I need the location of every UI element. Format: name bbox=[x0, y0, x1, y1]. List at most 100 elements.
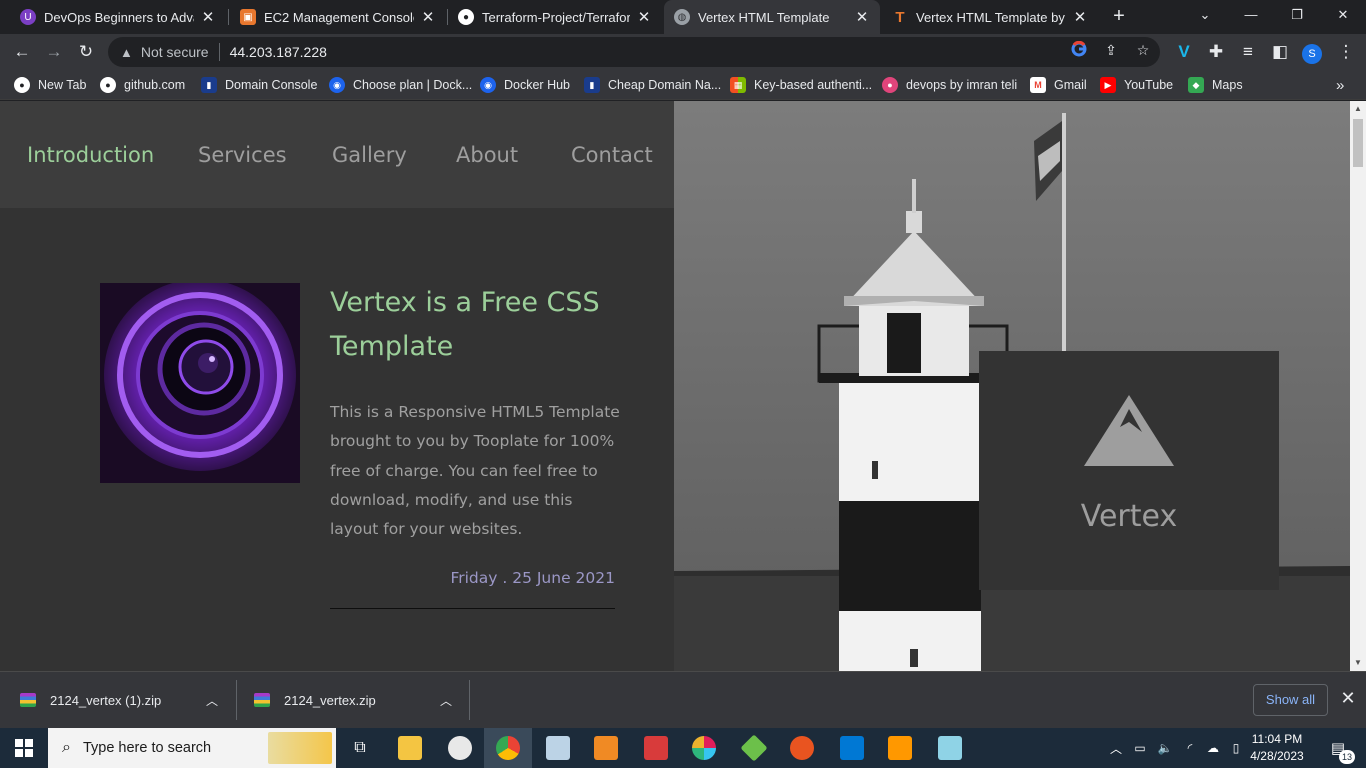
profile-avatar[interactable]: S bbox=[1300, 40, 1324, 64]
aws-icon: ▣ bbox=[240, 9, 256, 25]
snipping-tool-icon[interactable] bbox=[632, 728, 680, 768]
close-window-button[interactable]: ✕ bbox=[1320, 0, 1366, 30]
file-explorer-icon[interactable] bbox=[386, 728, 434, 768]
content-panel: Introduction Services Gallery About Cont… bbox=[0, 101, 674, 671]
scroll-up-icon[interactable]: ▲ bbox=[1350, 101, 1366, 117]
media-control-icon[interactable]: ≡ bbox=[1236, 40, 1260, 64]
reload-button[interactable]: ↻ bbox=[74, 40, 98, 64]
bookmarks-bar: ● New Tab ● github.com ▮ Domain Console ◉ Ch… bbox=[0, 70, 1366, 100]
url-text[interactable]: 44.203.187.228 bbox=[230, 44, 327, 60]
show-all-button[interactable]: Show all bbox=[1253, 684, 1328, 716]
battery-icon[interactable]: ▭ bbox=[1130, 728, 1150, 768]
scroll-thumb[interactable] bbox=[1353, 119, 1363, 167]
chevron-up-icon[interactable]: ︿ bbox=[440, 692, 452, 709]
tab-terraform[interactable]: ● Terraform-Project/Terraform ✕ bbox=[448, 0, 662, 34]
windows-start-icon[interactable] bbox=[0, 728, 48, 768]
tab-vertex-tooplate[interactable]: T Vertex HTML Template by Too ✕ bbox=[882, 0, 1098, 34]
minimize-button[interactable]: — bbox=[1228, 0, 1274, 30]
star-icon[interactable]: ☆ bbox=[1134, 41, 1152, 59]
search-icon: ⌕ bbox=[62, 739, 71, 756]
warning-icon[interactable]: ▲ bbox=[120, 45, 133, 60]
clock-date: 4/28/2023 bbox=[1250, 749, 1304, 763]
close-icon[interactable]: ✕ bbox=[1072, 8, 1088, 26]
vimeo-extension-icon[interactable]: V bbox=[1172, 40, 1196, 64]
download-item[interactable]: 2124_vertex.zip ︿ bbox=[254, 672, 464, 728]
close-icon[interactable]: ✕ bbox=[420, 8, 436, 26]
tab-search-button[interactable]: ⌄ bbox=[1182, 0, 1228, 30]
web-page: Introduction Services Gallery About Cont… bbox=[0, 101, 1366, 671]
ubuntu-icon[interactable] bbox=[778, 728, 826, 768]
vscode-icon[interactable] bbox=[828, 728, 876, 768]
menu-icon[interactable]: ⋮ bbox=[1334, 40, 1358, 64]
git-icon[interactable] bbox=[730, 728, 778, 768]
docker-icon: ◉ bbox=[329, 77, 345, 93]
bookmark-docker-hub[interactable]: ◉ Docker Hub bbox=[480, 76, 570, 94]
omnibox-divider bbox=[218, 43, 220, 61]
system-clock[interactable]: 11:04 PM 4/28/2023 bbox=[1244, 731, 1310, 765]
notification-center-icon[interactable]: ▤ 13 bbox=[1318, 728, 1358, 768]
tooplate-icon: T bbox=[895, 8, 905, 26]
tab-ec2[interactable]: ▣ EC2 Management Console ✕ bbox=[230, 0, 446, 34]
tab-title: Vertex HTML Template bbox=[698, 9, 830, 25]
task-view-icon[interactable]: ⧉ bbox=[336, 728, 384, 768]
bookmark-maps[interactable]: ◆ Maps bbox=[1188, 76, 1243, 94]
bookmark-cheap-domain[interactable]: ▮ Cheap Domain Na... bbox=[584, 76, 721, 94]
bookmark-key-auth[interactable]: ▦ Key-based authenti... bbox=[730, 76, 872, 94]
media-player-icon[interactable] bbox=[582, 728, 630, 768]
intro-paragraph: This is a Responsive HTML5 Template brou… bbox=[330, 403, 620, 539]
bookmark-docker-plan[interactable]: ◉ Choose plan | Dock... bbox=[329, 76, 472, 94]
new-tab-button[interactable]: + bbox=[1108, 5, 1130, 27]
page-scrollbar[interactable]: ▲ ▼ bbox=[1350, 101, 1366, 671]
notepad-icon[interactable] bbox=[926, 728, 974, 768]
share-icon[interactable]: ⇪ bbox=[1102, 41, 1120, 59]
close-icon[interactable]: ✕ bbox=[200, 8, 216, 26]
tab-vertex-active[interactable]: ◍ Vertex HTML Template ✕ bbox=[664, 0, 880, 34]
forward-button[interactable]: → bbox=[42, 40, 66, 64]
close-icon[interactable]: ✕ bbox=[636, 8, 652, 26]
volume-icon[interactable]: 🔈 bbox=[1154, 728, 1176, 768]
scroll-down-icon[interactable]: ▼ bbox=[1350, 655, 1366, 671]
udemy-icon: U bbox=[20, 9, 36, 25]
address-bar[interactable]: ▲ Not secure 44.203.187.228 bbox=[108, 37, 1160, 67]
nav-services[interactable]: Services bbox=[198, 143, 287, 167]
bookmark-devops-imran[interactable]: ● devops by imran teli bbox=[882, 76, 1017, 94]
nav-introduction[interactable]: Introduction bbox=[27, 143, 154, 167]
slack-icon[interactable] bbox=[680, 728, 728, 768]
chrome-icon[interactable] bbox=[484, 728, 532, 768]
side-panel-icon[interactable]: ◧ bbox=[1268, 40, 1292, 64]
nav-about[interactable]: About bbox=[456, 143, 518, 167]
bookmarks-overflow-icon[interactable]: » bbox=[1336, 76, 1344, 94]
bookmark-gmail[interactable]: M Gmail bbox=[1030, 76, 1087, 94]
onedrive-icon[interactable]: ☁ bbox=[1202, 728, 1224, 768]
close-icon[interactable]: ✕ bbox=[1338, 688, 1358, 709]
clock-time: 11:04 PM bbox=[1251, 732, 1303, 746]
paint-icon[interactable] bbox=[436, 728, 484, 768]
headline: Vertex is a Free CSS Template bbox=[330, 287, 600, 362]
bookmark-domain-console[interactable]: ▮ Domain Console bbox=[201, 76, 317, 94]
device-icon[interactable]: ▯ bbox=[1226, 728, 1246, 768]
remote-desktop-icon[interactable] bbox=[534, 728, 582, 768]
bookmark-youtube[interactable]: ▶ YouTube bbox=[1100, 76, 1173, 94]
zip-archive-icon bbox=[254, 693, 270, 707]
download-item[interactable]: 2124_vertex (1).zip ︿ bbox=[20, 672, 230, 728]
nav-gallery[interactable]: Gallery bbox=[332, 143, 407, 167]
browser-toolbar: ← → ↻ ▲ Not secure 44.203.187.228 ⇪ ☆ V … bbox=[0, 34, 1366, 70]
close-icon[interactable]: ✕ bbox=[854, 8, 870, 26]
hero-image: Vertex bbox=[674, 101, 1350, 671]
divider-line bbox=[330, 608, 615, 609]
show-hidden-icons[interactable]: ︿ bbox=[1106, 728, 1126, 768]
chevron-up-icon[interactable]: ︿ bbox=[206, 692, 218, 709]
wifi-icon[interactable]: ◜ bbox=[1180, 728, 1200, 768]
google-icon[interactable] bbox=[1070, 40, 1088, 59]
bookmark-github[interactable]: ● github.com bbox=[100, 76, 185, 94]
tab-title: Terraform-Project/Terraform bbox=[482, 9, 630, 25]
back-button[interactable]: ← bbox=[10, 40, 34, 64]
domain-icon: ▮ bbox=[201, 77, 217, 93]
restore-button[interactable]: ❐ bbox=[1274, 0, 1320, 30]
extensions-icon[interactable]: ✚ bbox=[1204, 40, 1228, 64]
tab-devops[interactable]: U DevOps Beginners to Advanc ✕ bbox=[10, 0, 226, 34]
bookmark-new-tab[interactable]: ● New Tab bbox=[14, 76, 86, 94]
taskbar-search[interactable]: ⌕ Type here to search bbox=[48, 728, 336, 768]
nav-contact[interactable]: Contact bbox=[571, 143, 653, 167]
sublime-text-icon[interactable] bbox=[876, 728, 924, 768]
